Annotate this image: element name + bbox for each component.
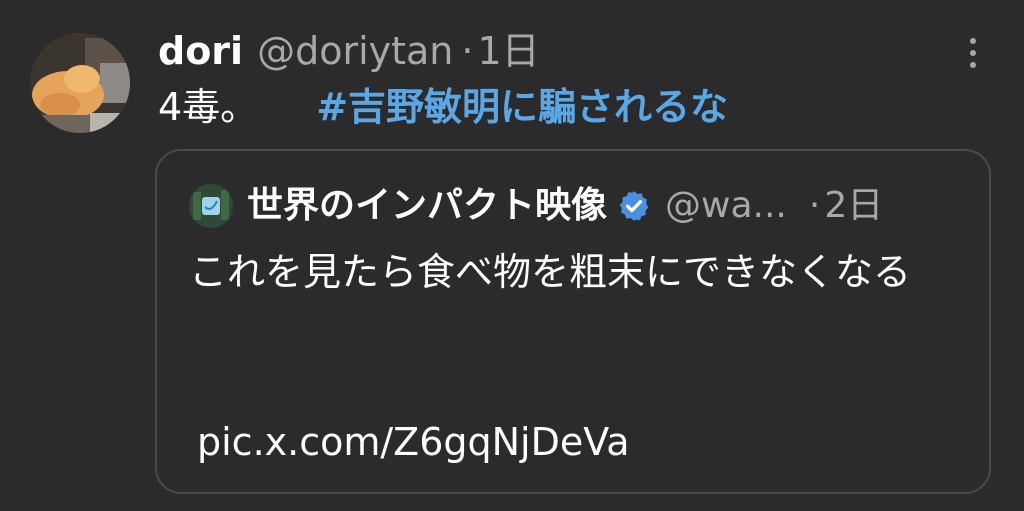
quoted-author-handle[interactable]: @wa... bbox=[665, 181, 787, 231]
hashtag-link[interactable]: #吉野敏明に騙されるな bbox=[316, 82, 728, 132]
post-text: 4毒。 bbox=[158, 85, 259, 129]
quoted-author-display-name[interactable]: 世界のインパクト映像 bbox=[247, 181, 607, 231]
verified-badge-icon bbox=[619, 191, 649, 221]
quoted-post-card[interactable]: 世界のインパクト映像 @wa... · 2日 これを見たら食べ物を粗末にできなく… bbox=[155, 149, 991, 494]
post-header: dori @doriytan · 1日 bbox=[158, 26, 540, 76]
avatar-photo-icon bbox=[30, 33, 130, 133]
quoted-post-text: これを見たら食べ物を粗末にできなくなる bbox=[189, 250, 912, 294]
quoted-header-separator: · bbox=[808, 185, 821, 226]
post-body: 4毒。 #吉野敏明に騙されるな bbox=[158, 82, 728, 132]
header-separator: · bbox=[461, 29, 474, 73]
quoted-author-avatar[interactable] bbox=[189, 184, 233, 228]
post[interactable]: dori @doriytan · 1日 4毒。 #吉野敏明に騙されるな 世界のイ… bbox=[0, 0, 1024, 511]
quoted-post-time[interactable]: 2日 bbox=[824, 181, 883, 231]
author-avatar[interactable] bbox=[30, 33, 130, 133]
post-time[interactable]: 1日 bbox=[477, 26, 539, 76]
author-display-name[interactable]: dori bbox=[158, 26, 243, 76]
author-handle[interactable]: @doriytan bbox=[257, 26, 453, 76]
quoted-media-link[interactable]: pic.x.com/Z6gqNjDeVa bbox=[197, 417, 630, 467]
quoted-post-header: 世界のインパクト映像 @wa... · 2日 bbox=[189, 181, 883, 231]
more-vertical-icon[interactable] bbox=[958, 33, 988, 73]
quoted-avatar-icon bbox=[189, 184, 233, 228]
